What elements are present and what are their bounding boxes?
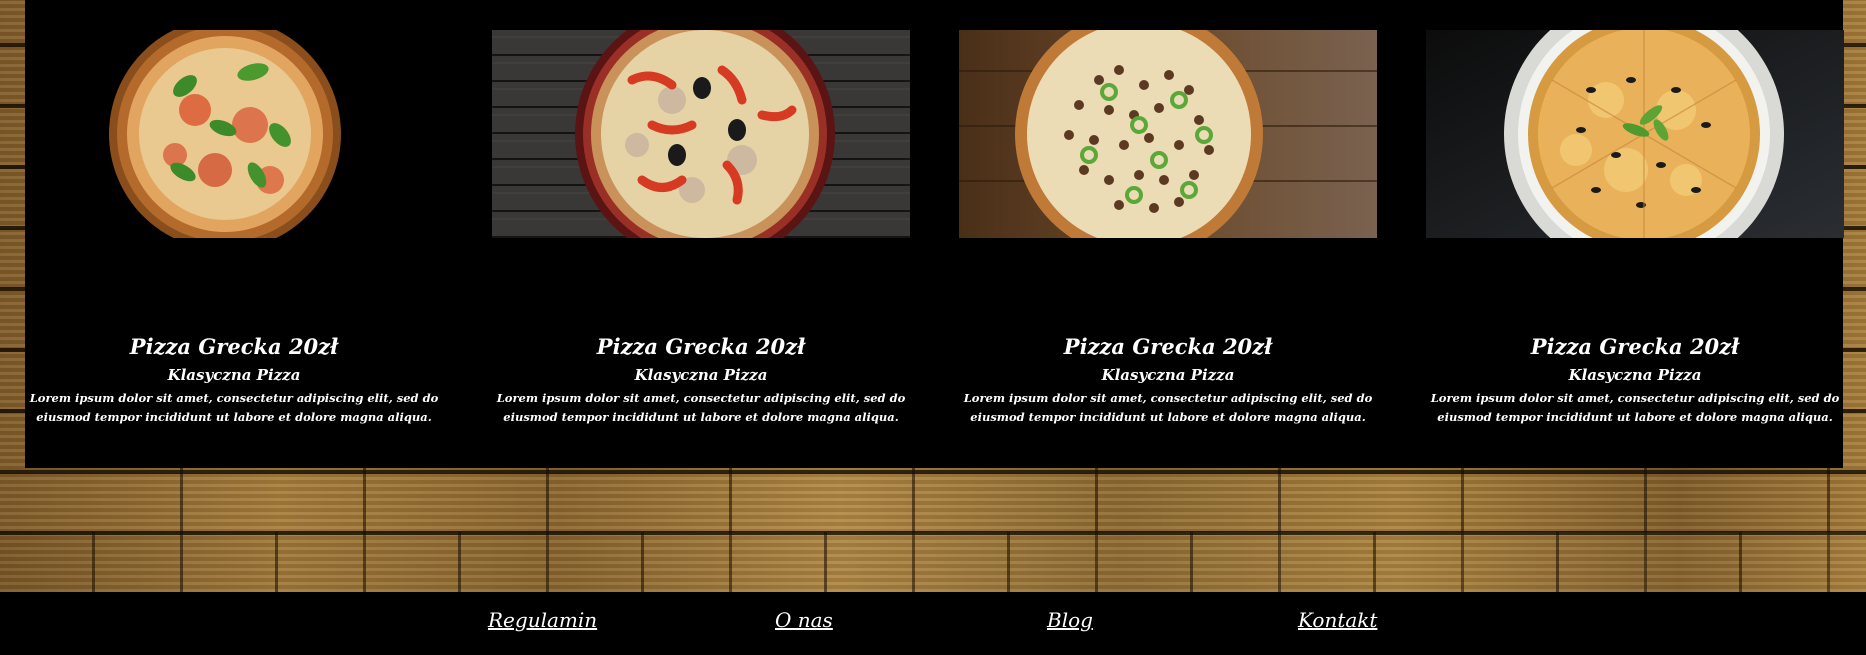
product-card: Pizza Grecka 20zł Klasyczna Pizza Lorem … [492, 0, 910, 468]
product-name: Pizza Grecka 20zł [129, 334, 339, 359]
product-description: Lorem ipsum dolor sit amet, consectetur … [963, 391, 1373, 424]
pizza-margherita-image[interactable] [25, 30, 443, 238]
footer-link-regulamin[interactable]: Regulamin [488, 608, 597, 632]
footer-link-blog[interactable]: Blog [1047, 608, 1093, 632]
pizza-olives-image[interactable] [1426, 30, 1844, 238]
product-card: Pizza Grecka 20zł Klasyczna Pizza Lorem … [25, 0, 443, 468]
footer-link-kontakt[interactable]: Kontakt [1298, 608, 1377, 632]
product-subtitle: Klasyczna Pizza [167, 366, 301, 384]
product-subtitle: Klasyczna Pizza [634, 366, 768, 384]
products-panel: Pizza Grecka 20zł Klasyczna Pizza Lorem … [25, 0, 1844, 468]
pizza-peppers-image[interactable] [492, 30, 910, 238]
product-description: Lorem ipsum dolor sit amet, consectetur … [496, 391, 906, 424]
footer: Regulamin O nas Blog Kontakt [0, 592, 1866, 655]
pizza-meat-jalapeno-image[interactable] [959, 30, 1377, 238]
product-description: Lorem ipsum dolor sit amet, consectetur … [29, 391, 439, 424]
footer-link-o-nas[interactable]: O nas [775, 608, 833, 632]
product-card: Pizza Grecka 20zł Klasyczna Pizza Lorem … [959, 0, 1377, 468]
product-name: Pizza Grecka 20zł [596, 334, 806, 359]
product-name: Pizza Grecka 20zł [1530, 334, 1740, 359]
product-subtitle: Klasyczna Pizza [1101, 366, 1235, 384]
product-description: Lorem ipsum dolor sit amet, consectetur … [1430, 391, 1840, 424]
product-subtitle: Klasyczna Pizza [1568, 366, 1702, 384]
wood-background-lower [0, 532, 1866, 592]
product-card: Pizza Grecka 20zł Klasyczna Pizza Lorem … [1426, 0, 1844, 468]
product-name: Pizza Grecka 20zł [1063, 334, 1273, 359]
page: Pizza Grecka 20zł Klasyczna Pizza Lorem … [0, 0, 1866, 655]
